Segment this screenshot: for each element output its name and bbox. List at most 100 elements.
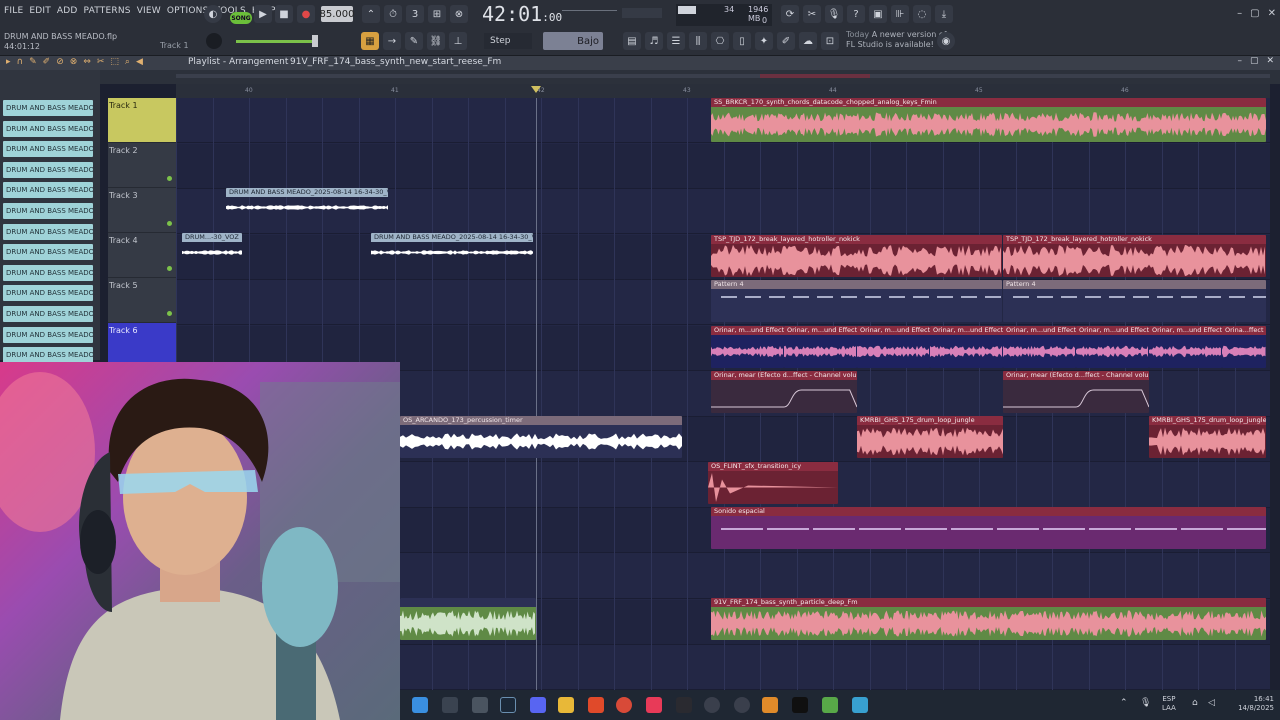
track-header-3[interactable]: Track 3 <box>108 188 176 233</box>
picker-item[interactable]: DRUM AND BASS MEADO_ <box>3 244 93 261</box>
playlist-minimize-icon[interactable]: – <box>1237 56 1242 66</box>
picker-item[interactable]: DRUM AND BASS MEADO_ <box>3 120 93 137</box>
snap-mode-selector[interactable]: Bajo <box>543 32 603 50</box>
tf-app-icon[interactable] <box>676 697 692 713</box>
epic-games-icon[interactable] <box>792 697 808 713</box>
pencil-icon[interactable]: ✎ <box>405 32 423 50</box>
track-header-4[interactable]: Track 4 <box>108 233 176 278</box>
delete-tool-icon[interactable]: ⊘ <box>56 57 64 67</box>
track-header-2[interactable]: Track 2 <box>108 143 176 188</box>
help-icon[interactable]: ? <box>847 5 865 23</box>
clip-effect[interactable]: Orinar, m...und Effect <box>1076 326 1149 368</box>
wait-input-icon[interactable]: ⏱ <box>384 5 402 23</box>
minimize-icon[interactable]: – <box>1237 8 1242 19</box>
task-view-icon[interactable] <box>472 697 488 713</box>
fl-studio-icon[interactable] <box>762 697 778 713</box>
clip-bass[interactable]: 91V_FRF_174_bass_synth_particle_deep_Fm <box>711 598 1266 640</box>
piano-roll-icon[interactable]: ♬ <box>645 32 663 50</box>
tray-clock[interactable]: 16:41 14/8/2025 <box>1222 695 1274 713</box>
picker-item[interactable]: DRUM AND BASS MEADO_ <box>3 203 93 219</box>
picker-item[interactable]: DRUM AND BASS MEADO_ <box>3 285 93 302</box>
clip-effect[interactable]: Orinar, m...und Effect <box>784 326 857 368</box>
discord-icon[interactable] <box>530 697 546 713</box>
clip-drum-loop-a[interactable]: KMRBI_GHS_175_drum_loop_jungle <box>857 416 1003 458</box>
volume-icon[interactable]: ◁ <box>1208 698 1215 708</box>
network-icon[interactable]: ⌂ <box>1192 698 1198 708</box>
clip-break-a[interactable]: TSP_TJD_172_break_layered_hotroller_noki… <box>711 235 1002 277</box>
clip-volume-auto-b[interactable]: Orinar, mear (Efecto d...ffect - Channel… <box>1003 371 1149 413</box>
master-volume-handle[interactable] <box>312 35 318 47</box>
horizontal-scrollbar[interactable] <box>176 74 1270 78</box>
stamp-icon[interactable]: ⊥ <box>449 32 467 50</box>
mixer-view-icon[interactable]: ⫼ <box>689 32 707 50</box>
app-icon-grey[interactable] <box>704 697 720 713</box>
menu-arrow-icon[interactable]: ▸ <box>6 57 11 67</box>
metronome-icon[interactable]: ⌃ <box>362 5 380 23</box>
clip-green-left[interactable] <box>400 598 536 640</box>
pat-song-icon[interactable]: ◐ <box>204 5 222 23</box>
app-icon-grey-2[interactable] <box>734 697 750 713</box>
playback-tool-icon[interactable]: ◀ <box>136 57 143 67</box>
clip-effect[interactable]: Orinar, m...und Effect <box>711 326 784 368</box>
clip-volume-auto-a[interactable]: Orinar, mear (Efecto d...ffect - Channel… <box>711 371 857 413</box>
clip-pattern-a[interactable]: Pattern 4 <box>711 280 1002 322</box>
playlist-close-icon[interactable]: ✕ <box>1266 56 1274 66</box>
slip-tool-icon[interactable]: ⇔ <box>83 57 91 67</box>
timeline-ruler[interactable]: 40 41 42 43 44 45 46 <box>176 84 1270 98</box>
playlist-icon[interactable]: ▦ <box>361 32 379 50</box>
playlist-maximize-icon[interactable]: ▢ <box>1250 56 1259 66</box>
song-position-display[interactable]: 42:01:00 <box>482 2 562 26</box>
scrollbar-thumb[interactable] <box>760 74 870 78</box>
stop-icon[interactable]: ■ <box>275 5 293 23</box>
track-mute-icon[interactable] <box>167 221 172 226</box>
track-header-5[interactable]: Track 5 <box>108 278 176 323</box>
master-pitch-slider[interactable] <box>562 10 617 11</box>
picker-item[interactable]: DRUM AND BASS MEADO_ <box>3 141 93 158</box>
track-mute-icon[interactable] <box>167 266 172 271</box>
tray-chevron-icon[interactable]: ⌃ <box>1120 698 1128 708</box>
picker-item[interactable]: DRUM AND BASS MEADO_ <box>3 223 93 240</box>
link-icon[interactable]: ⛓ <box>427 32 445 50</box>
clip-pattern-b[interactable]: Pattern 4 <box>1003 280 1266 322</box>
steam-icon[interactable] <box>500 697 516 713</box>
clip-effect[interactable]: Orinar, m...und Effect <box>1003 326 1076 368</box>
plugin-icon[interactable]: ⎔ <box>711 32 729 50</box>
menu-view[interactable]: VIEW <box>137 6 161 16</box>
chat-icon[interactable]: ◌ <box>913 5 931 23</box>
file-explorer-icon[interactable] <box>558 697 574 713</box>
clip-chords[interactable]: SS_BRKCR_170_synth_chords_datacode_chopp… <box>711 98 1266 142</box>
picker-item[interactable]: DRUM AND BASS MEADO_ <box>3 264 93 281</box>
picker-item[interactable]: DRUM AND BASS MEADO_ <box>3 306 93 322</box>
clip-voz-track4a[interactable]: DRUM...-30_VOZ <box>182 233 242 263</box>
master-volume-slider[interactable] <box>236 40 316 43</box>
fl-logo-icon[interactable]: ◉ <box>937 32 955 50</box>
cloud-icon[interactable]: ☁ <box>799 32 817 50</box>
download-icon[interactable]: ⤓ <box>935 5 953 23</box>
select-tool-icon[interactable]: ⬚ <box>110 57 119 67</box>
chrome-icon[interactable] <box>616 697 632 713</box>
menu-edit[interactable]: EDIT <box>29 6 51 16</box>
clip-percussion[interactable]: OS_ARCANDO_173_percussion_timer <box>400 416 682 458</box>
picker-item[interactable]: DRUM AND BASS MEADO_ <box>3 347 93 364</box>
shop-icon[interactable]: ⊡ <box>821 32 839 50</box>
song-mode-toggle[interactable]: SONG <box>230 12 252 24</box>
slice-tool-icon[interactable]: ✂ <box>97 57 105 67</box>
picker-item[interactable]: DRUM AND BASS MEADO_ <box>3 182 93 199</box>
paint-tool-icon[interactable]: ✐ <box>43 57 51 67</box>
search-icon[interactable] <box>442 697 458 713</box>
step-edit-icon[interactable]: ⊞ <box>428 5 446 23</box>
microphone-icon[interactable]: 🎙 <box>825 5 843 23</box>
play-icon[interactable]: ▶ <box>254 5 272 23</box>
picker-item[interactable]: DRUM AND BASS MEADO_ <box>3 326 93 343</box>
windows-start-icon[interactable] <box>412 697 428 713</box>
playlist-current-pattern[interactable]: 91V_FRF_174_bass_synth_new_start_reese_F… <box>290 57 501 67</box>
magnet-icon[interactable]: ∩ <box>17 57 24 67</box>
menu-patterns[interactable]: PATTERNS <box>84 6 131 16</box>
mixer-icon[interactable]: ⊪ <box>891 5 909 23</box>
clip-drum-loop-b[interactable]: KMRBI_GHS_175_drum_loop_jungle <box>1149 416 1266 458</box>
record-icon[interactable]: ● <box>297 5 315 23</box>
scissors-icon[interactable]: ✂ <box>803 5 821 23</box>
project-icon[interactable]: ▯ <box>733 32 751 50</box>
snap-step-selector[interactable]: Step <box>484 33 532 49</box>
browser-icon[interactable]: ☰ <box>667 32 685 50</box>
